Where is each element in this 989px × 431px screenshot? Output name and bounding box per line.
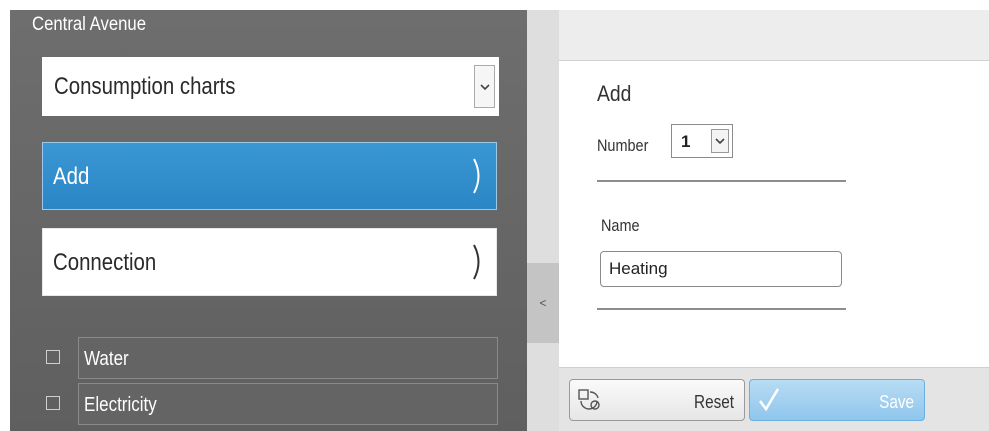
divider: [597, 180, 846, 182]
save-button[interactable]: Save: [749, 379, 925, 421]
view-select-value: Consumption charts: [54, 73, 236, 100]
chevron-right-icon: [473, 244, 480, 280]
number-select-value: 1: [681, 132, 691, 151]
divider: [597, 308, 846, 310]
reset-button[interactable]: Reset: [569, 379, 745, 421]
chevron-right-icon: [473, 158, 480, 194]
list-item: Water: [42, 337, 498, 379]
electricity-item[interactable]: Electricity: [78, 383, 498, 425]
number-label: Number: [597, 136, 649, 155]
save-label: Save: [879, 392, 914, 412]
water-item[interactable]: Water: [78, 337, 498, 379]
reset-icon: [578, 389, 600, 410]
nav-item-connection[interactable]: Connection: [42, 228, 497, 296]
view-select[interactable]: Consumption charts: [42, 57, 499, 116]
collapse-sidebar-button[interactable]: <: [527, 263, 559, 343]
top-bar: [559, 10, 989, 61]
water-checkbox[interactable]: [46, 350, 60, 364]
reset-label: Reset: [694, 392, 734, 412]
nav-item-label: Connection: [53, 249, 157, 276]
collapse-strip: <: [527, 10, 559, 431]
list-item-label: Electricity: [84, 394, 157, 416]
chevron-down-icon[interactable]: [711, 129, 729, 153]
name-label: Name: [601, 216, 640, 235]
nav-item-label: Add: [53, 163, 90, 190]
nav-item-add[interactable]: Add: [42, 142, 497, 210]
list-item: Electricity: [42, 383, 498, 425]
checkmark-icon: [759, 388, 780, 412]
name-input[interactable]: [600, 251, 842, 287]
chevron-down-icon[interactable]: [474, 65, 495, 108]
electricity-checkbox[interactable]: [46, 396, 60, 410]
page-title: Add: [597, 81, 632, 106]
list-item-label: Water: [84, 348, 129, 370]
number-select[interactable]: 1: [671, 124, 733, 158]
collapse-icon: <: [539, 296, 547, 310]
app-title: Central Avenue: [32, 14, 147, 35]
